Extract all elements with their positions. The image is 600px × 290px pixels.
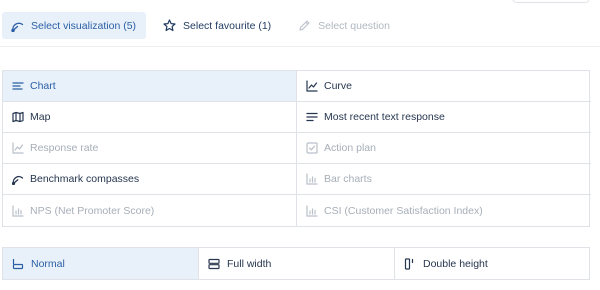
option-chart[interactable]: Chart <box>3 71 297 102</box>
bar-chart-icon <box>306 204 318 217</box>
bar-chart-icon <box>12 204 24 217</box>
text-lines-icon <box>306 111 318 123</box>
option-label: CSI (Customer Satisfaction Index) <box>324 204 483 217</box>
option-label: Action plan <box>324 142 376 154</box>
checkbox-icon <box>306 142 318 154</box>
tab-label: Select favourite (1) <box>183 19 272 32</box>
option-csi: CSI (Customer Satisfaction Index) <box>297 195 591 226</box>
option-action-plan: Action plan <box>297 133 591 164</box>
option-response-rate: Response rate <box>3 133 297 164</box>
layout-options: Normal Full width Double height <box>2 247 590 280</box>
layout-normal-icon <box>12 258 24 270</box>
layout-full-width[interactable]: Full width <box>199 248 395 279</box>
bar-chart-icon <box>306 173 318 185</box>
option-most-recent-text-response[interactable]: Most recent text response <box>297 102 591 133</box>
tab-select-favourite[interactable]: Select favourite (1) <box>154 12 281 39</box>
compass-icon <box>11 19 24 32</box>
line-chart-icon <box>12 142 24 154</box>
layout-double-height-icon <box>404 257 416 270</box>
layout-normal[interactable]: Normal <box>3 248 199 279</box>
option-nps: NPS (Net Promoter Score) <box>3 195 297 226</box>
bar-lines-icon <box>12 80 24 92</box>
option-curve[interactable]: Curve <box>297 71 591 102</box>
star-icon <box>163 19 176 32</box>
option-map[interactable]: Map <box>3 102 297 133</box>
layout-label: Double height <box>423 257 488 270</box>
top-right-button-edge[interactable] <box>512 0 590 3</box>
layout-label: Full width <box>227 257 272 270</box>
option-label: Map <box>30 111 51 123</box>
selection-tabs: Select visualization (5) Select favourit… <box>2 12 408 39</box>
option-bar-charts: Bar charts <box>297 164 591 195</box>
option-label: Chart <box>30 80 56 92</box>
option-label: Benchmark compasses <box>30 173 140 185</box>
compass-icon <box>12 173 24 185</box>
tab-label: Select visualization (5) <box>31 19 137 32</box>
tab-select-visualization[interactable]: Select visualization (5) <box>2 12 147 39</box>
layout-full-width-icon <box>208 258 220 270</box>
line-chart-icon <box>306 80 318 92</box>
option-label: Curve <box>324 80 353 92</box>
tab-select-question: Select question <box>289 12 400 39</box>
option-label: Response rate <box>30 142 99 154</box>
visualization-options: Chart Curve Map Most recent text respons… <box>2 70 591 227</box>
header-divider <box>0 46 600 47</box>
layout-double-height[interactable]: Double height <box>395 248 591 279</box>
option-label: NPS (Net Promoter Score) <box>30 204 155 217</box>
map-icon <box>12 111 24 123</box>
option-label: Most recent text response <box>324 111 445 123</box>
option-label: Bar charts <box>324 173 372 185</box>
option-benchmark-compasses[interactable]: Benchmark compasses <box>3 164 297 195</box>
layout-label: Normal <box>31 257 65 270</box>
pencil-icon <box>298 19 311 32</box>
tab-label: Select question <box>318 19 390 32</box>
